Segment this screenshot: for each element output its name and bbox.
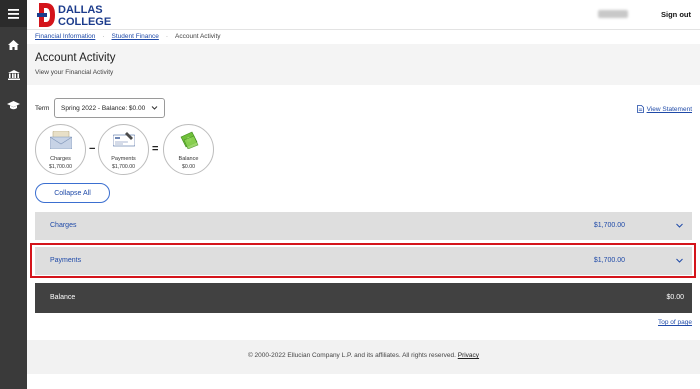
page-title: Account Activity xyxy=(35,52,116,64)
payments-summary-circle: Payments $1,700.00 xyxy=(98,124,149,175)
dallas-college-logo[interactable]: DALLAS COLLEGE xyxy=(37,2,147,28)
copyright-text: © 2000-2022 Ellucian Company L.P. and it… xyxy=(247,352,456,359)
payments-summary-amount: $1,700.00 xyxy=(111,164,136,170)
finance-nav-button[interactable] xyxy=(0,61,27,88)
breadcrumb-financial-information[interactable]: Financial Information xyxy=(35,33,95,40)
top-header: DALLAS COLLEGE Sign out xyxy=(27,0,700,30)
charges-summary-circle: Charges $1,700.00 xyxy=(35,124,86,175)
top-of-page-link[interactable]: Top of page xyxy=(658,319,692,326)
document-icon xyxy=(636,105,644,113)
breadcrumb-separator: · xyxy=(165,33,169,40)
view-statement-link[interactable]: View Statement xyxy=(636,105,692,113)
footer-text: © 2000-2022 Ellucian Company L.P. and it… xyxy=(27,352,700,359)
invoice-icon xyxy=(50,131,72,149)
bank-icon xyxy=(7,69,20,80)
sign-out-link[interactable]: Sign out xyxy=(661,10,691,19)
charges-row-label: Charges xyxy=(50,222,77,229)
balance-summary-amount: $0.00 xyxy=(182,164,195,170)
left-nav-rail xyxy=(0,0,27,389)
academics-nav-button[interactable] xyxy=(0,92,27,119)
balance-summary-circle: Balance $0.00 xyxy=(163,124,214,175)
collapse-all-button[interactable]: Collapse All xyxy=(35,183,110,203)
breadcrumb: Financial Information · Student Finance · Ac… xyxy=(35,33,221,40)
graduation-cap-icon xyxy=(7,101,20,110)
payments-highlight-box xyxy=(30,243,696,278)
charges-accordion-row[interactable]: Charges $1,700.00 xyxy=(35,212,692,240)
privacy-link[interactable]: Privacy xyxy=(458,352,479,359)
menu-button[interactable] xyxy=(0,0,27,27)
view-statement-label: View Statement xyxy=(646,105,692,113)
breadcrumb-separator: · xyxy=(102,33,105,40)
logo-line1: DALLAS xyxy=(58,4,103,16)
home-icon xyxy=(8,39,19,50)
balance-row-label: Balance xyxy=(50,294,76,301)
charges-row-amount: $1,700.00 xyxy=(593,222,625,229)
balance-row: Balance $0.00 xyxy=(35,283,692,313)
payments-summary-label: Payments xyxy=(111,156,136,162)
user-name-redacted xyxy=(598,10,628,18)
term-selected-value: Spring 2022 - Balance: $0.00 xyxy=(61,104,146,112)
charges-summary-label: Charges xyxy=(50,156,71,162)
balance-summary-label: Balance xyxy=(178,156,199,162)
term-label: Term xyxy=(35,105,50,112)
charges-summary-amount: $1,700.00 xyxy=(48,164,73,170)
page-header: Account Activity View your Financial Act… xyxy=(27,44,700,85)
money-icon xyxy=(180,131,199,149)
logo-line2: COLLEGE xyxy=(58,16,111,28)
breadcrumb-student-finance[interactable]: Student Finance xyxy=(112,33,159,40)
equals-operator: = xyxy=(152,143,159,155)
home-nav-button[interactable] xyxy=(0,31,27,58)
breadcrumb-current: Account Activity xyxy=(175,33,221,40)
chevron-down-icon xyxy=(676,223,683,228)
footer: © 2000-2022 Ellucian Company L.P. and it… xyxy=(27,340,700,374)
term-select[interactable]: Spring 2022 - Balance: $0.00 xyxy=(54,98,165,118)
menu-icon xyxy=(8,8,19,19)
check-payment-icon xyxy=(113,132,135,147)
page-subtitle: View your Financial Activity xyxy=(35,69,114,76)
chevron-down-icon xyxy=(151,106,158,110)
balance-row-amount: $0.00 xyxy=(666,294,684,301)
minus-operator: − xyxy=(89,143,96,155)
